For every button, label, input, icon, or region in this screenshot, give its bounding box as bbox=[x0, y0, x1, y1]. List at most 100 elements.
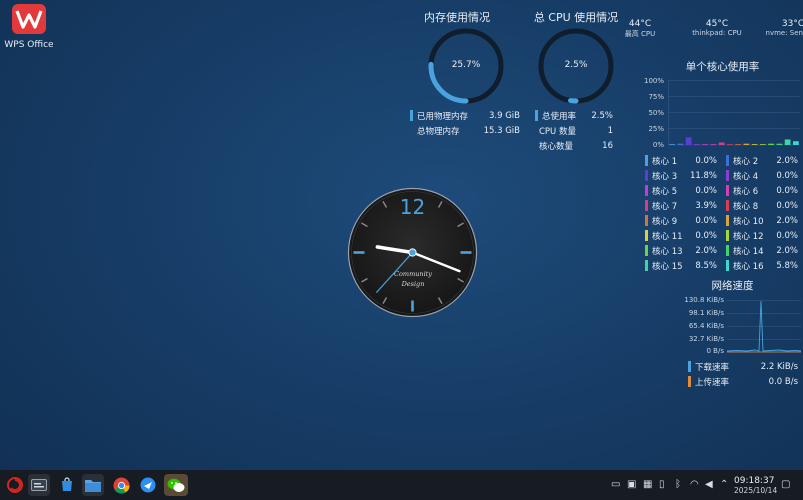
launcher-icon[interactable] bbox=[4, 474, 26, 496]
battery-icon[interactable]: ▯ bbox=[659, 479, 665, 490]
core-item: 核心 16 5.8% bbox=[726, 258, 798, 273]
core-bar bbox=[702, 144, 709, 145]
core-label: 核心 7 bbox=[652, 201, 678, 212]
core-label: 核心 14 bbox=[733, 246, 764, 257]
core-bar bbox=[784, 139, 791, 146]
file-manager-icon[interactable] bbox=[82, 474, 104, 496]
wps-logo-icon bbox=[12, 4, 46, 34]
taskbar-clock[interactable]: 09:18:37 2025/10/14 bbox=[734, 476, 778, 495]
cpu-usage-row: 总使用率 2.5% bbox=[535, 108, 613, 123]
core-item: 核心 3 11.8% bbox=[645, 168, 717, 183]
core-item: 核心 13 2.0% bbox=[645, 243, 717, 258]
core-item: 核心 12 0.0% bbox=[726, 228, 798, 243]
core-bar bbox=[743, 143, 750, 145]
core-item: 核心 9 0.0% bbox=[645, 213, 717, 228]
series-marker bbox=[645, 260, 648, 271]
core-bar bbox=[677, 143, 684, 145]
feishu-icon[interactable] bbox=[137, 474, 159, 496]
core-bar bbox=[669, 144, 676, 145]
notification-icon[interactable]: ▢ bbox=[781, 479, 790, 490]
series-marker bbox=[726, 230, 729, 241]
series-marker bbox=[726, 215, 729, 226]
core-label: 核心 3 bbox=[652, 171, 678, 182]
memory-total-label: 总物理内存 bbox=[417, 126, 460, 137]
desktop-icon-wps[interactable]: WPS Office bbox=[4, 4, 54, 50]
display-icon[interactable]: ▭ bbox=[611, 479, 620, 490]
series-marker bbox=[688, 361, 691, 372]
core-label: 核心 9 bbox=[652, 216, 678, 227]
core-item: 核心 4 0.0% bbox=[726, 168, 798, 183]
series-marker bbox=[726, 260, 729, 271]
temp-value: 45°C bbox=[705, 19, 729, 29]
core-label: 核心 13 bbox=[652, 246, 683, 257]
core-count-label: 核心数量 bbox=[539, 141, 574, 152]
core-value: 0.0% bbox=[695, 230, 717, 241]
core-bar bbox=[759, 144, 766, 145]
core-bar bbox=[710, 144, 717, 145]
memory-percent: 25.7% bbox=[451, 60, 481, 70]
series-marker bbox=[645, 215, 648, 226]
download-series-line bbox=[727, 300, 801, 352]
cpu-stats: 总使用率 2.5% CPU 数量 1 核心数量 16 bbox=[535, 108, 613, 153]
keyboard-icon[interactable]: ▦ bbox=[643, 479, 652, 490]
core-bar bbox=[776, 143, 783, 145]
core-item: 核心 8 0.0% bbox=[726, 198, 798, 213]
net-axis-tick: 65.4 KiB/s bbox=[688, 322, 724, 330]
core-bar bbox=[751, 144, 758, 145]
temp-label: 最高 CPU bbox=[624, 30, 656, 38]
core-value: 0.0% bbox=[776, 185, 798, 196]
core-value: 0.0% bbox=[776, 230, 798, 241]
core-bar bbox=[768, 143, 775, 145]
cpu-count-label: CPU 数量 bbox=[539, 126, 576, 137]
temp-value: 33°C bbox=[781, 19, 803, 29]
core-label: 核心 6 bbox=[733, 186, 759, 197]
core-count-value: 16 bbox=[602, 140, 613, 151]
core-item: 核心 1 0.0% bbox=[645, 153, 717, 168]
download-row: 下载速率 2.2 KiB/s bbox=[688, 359, 798, 374]
core-count-row: 核心数量 16 bbox=[535, 138, 613, 153]
core-label: 核心 12 bbox=[733, 231, 764, 242]
core-axis-tick: 100% bbox=[644, 77, 665, 85]
upload-row: 上传速率 0.0 B/s bbox=[688, 374, 798, 389]
net-axis-tick: 32.7 KiB/s bbox=[688, 335, 724, 343]
memory-used-value: 3.9 GiB bbox=[489, 110, 520, 121]
series-marker bbox=[645, 200, 648, 211]
core-value: 8.5% bbox=[695, 260, 717, 271]
series-marker bbox=[410, 110, 413, 121]
temperature-panel: 44°C 最高 CPU 45°C thinkpad: CPU 33°C nvme… bbox=[610, 19, 803, 39]
volume-icon[interactable]: ◀ bbox=[705, 479, 713, 490]
app-store-icon[interactable] bbox=[56, 474, 78, 496]
core-value: 2.0% bbox=[776, 215, 798, 226]
series-marker bbox=[726, 185, 729, 196]
core-label: 核心 2 bbox=[733, 156, 759, 167]
series-marker bbox=[726, 155, 729, 166]
terminal-icon[interactable] bbox=[28, 474, 50, 496]
core-value: 0.0% bbox=[776, 200, 798, 211]
taskbar-date: 2025/10/14 bbox=[734, 486, 778, 495]
core-label: 核心 4 bbox=[733, 171, 759, 182]
memory-stats: 已用物理内存 3.9 GiB 总物理内存 15.3 GiB bbox=[410, 108, 520, 138]
bluetooth-icon[interactable]: ᛒ bbox=[675, 479, 681, 490]
clock-numeral-12: 12 bbox=[400, 195, 425, 219]
memory-total-row: 总物理内存 15.3 GiB bbox=[410, 123, 520, 138]
desktop-icon-label: WPS Office bbox=[4, 40, 54, 50]
upload-value: 0.0 B/s bbox=[768, 376, 798, 387]
core-bar bbox=[718, 142, 725, 146]
clipboard-icon[interactable]: ▣ bbox=[627, 479, 636, 490]
core-label: 核心 5 bbox=[652, 186, 678, 197]
memory-used-label: 已用物理内存 bbox=[417, 111, 469, 122]
core-bar bbox=[685, 137, 692, 145]
wechat-icon[interactable] bbox=[164, 474, 188, 496]
series-marker bbox=[535, 110, 538, 121]
core-label: 核心 10 bbox=[733, 216, 764, 227]
network-chart bbox=[727, 300, 801, 353]
wifi-icon[interactable]: ◠ bbox=[690, 479, 699, 490]
analog-clock: 12 Community Design bbox=[347, 187, 478, 318]
temp-sensor-max-cpu: 44°C 最高 CPU bbox=[610, 19, 670, 39]
chrome-icon[interactable] bbox=[110, 474, 132, 496]
core-axis-tick: 0% bbox=[652, 141, 664, 149]
core-usage-title: 单个核心使用率 bbox=[685, 61, 760, 73]
series-marker bbox=[645, 170, 648, 181]
core-axis-tick: 25% bbox=[648, 125, 664, 133]
chevron-up-icon[interactable]: ⌃ bbox=[720, 479, 728, 490]
